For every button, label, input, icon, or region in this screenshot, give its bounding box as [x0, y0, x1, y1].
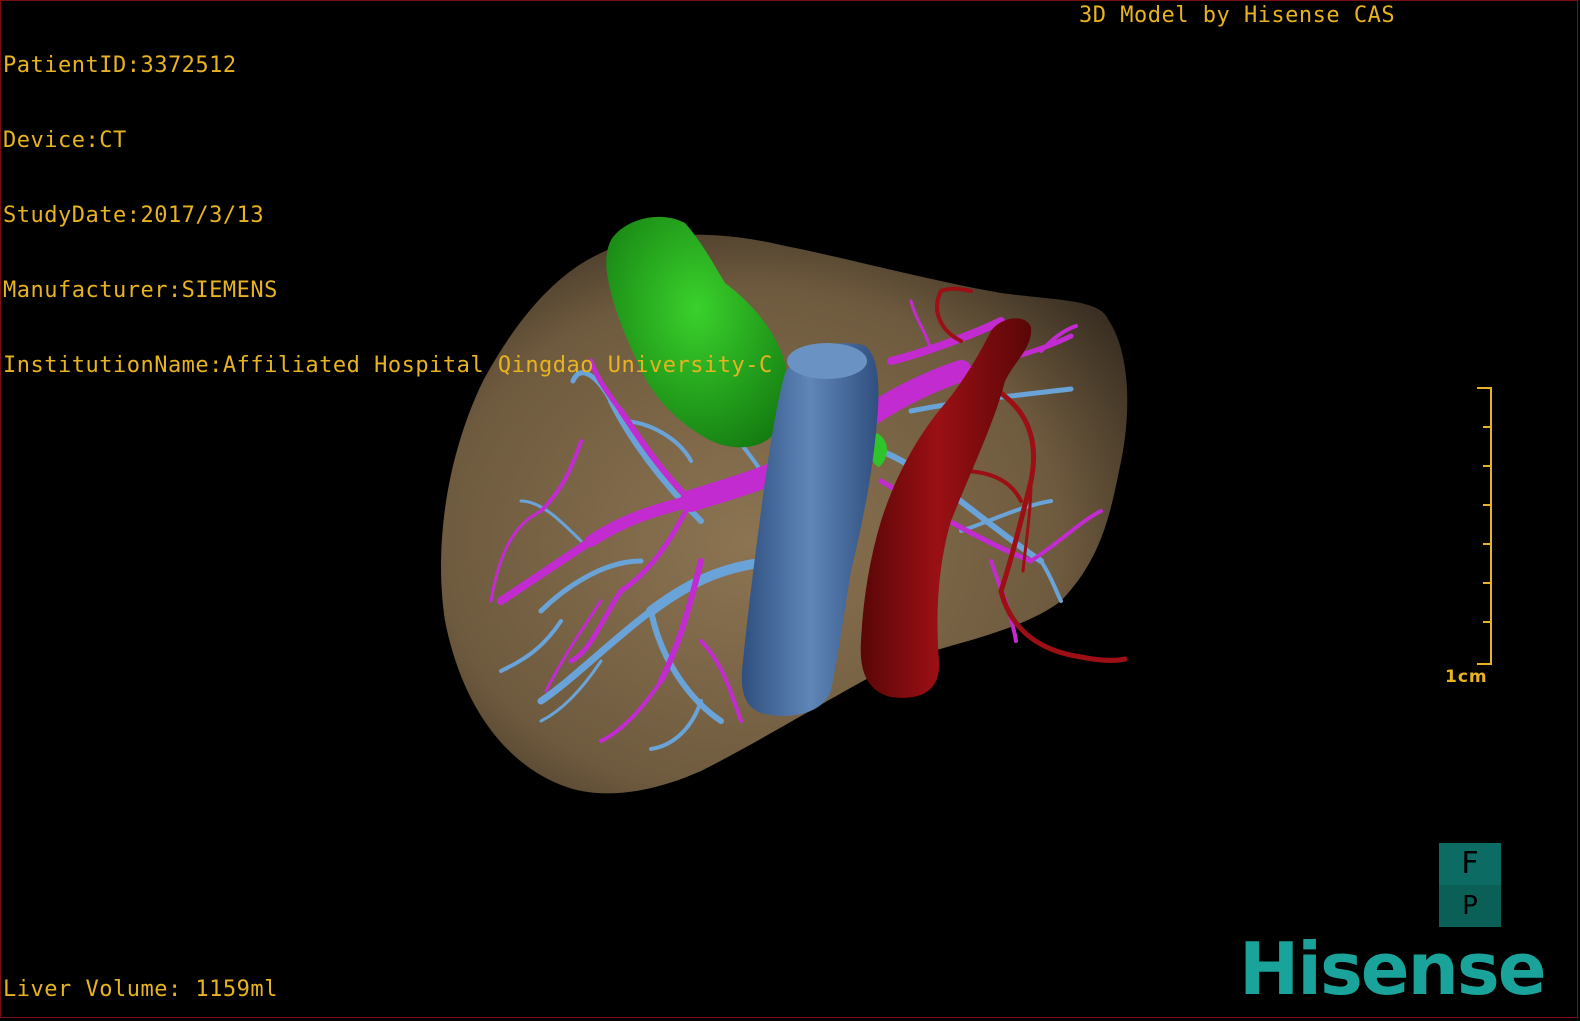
- study-date-text: StudyDate:2017/3/13: [3, 203, 265, 228]
- scale-bar: [1477, 387, 1492, 665]
- orientation-posterior-label: P: [1439, 885, 1501, 927]
- orientation-front-label: F: [1461, 846, 1479, 881]
- manufacturer-text: Manufacturer:SIEMENS: [3, 278, 278, 303]
- institution-text: InstitutionName:Affiliated Hospital Qing…: [3, 353, 773, 378]
- ivc-top-opening: [787, 343, 867, 379]
- model-credit-text: 3D Model by Hisense CAS: [1079, 3, 1396, 28]
- 3d-viewport[interactable]: PatientID:3372512 Device:CT StudyDate:20…: [0, 0, 1578, 1018]
- liver-volume-text: Liver Volume: 1159ml: [3, 977, 278, 1002]
- patient-info-overlay: PatientID:3372512 Device:CT StudyDate:20…: [3, 3, 773, 428]
- orientation-cube[interactable]: F P: [1439, 843, 1501, 927]
- scale-bar-label: 1cm: [1445, 667, 1488, 687]
- hisense-logo: Hisense: [1239, 927, 1547, 1011]
- patient-id-text: PatientID:3372512: [3, 53, 237, 78]
- device-text: Device:CT: [3, 128, 127, 153]
